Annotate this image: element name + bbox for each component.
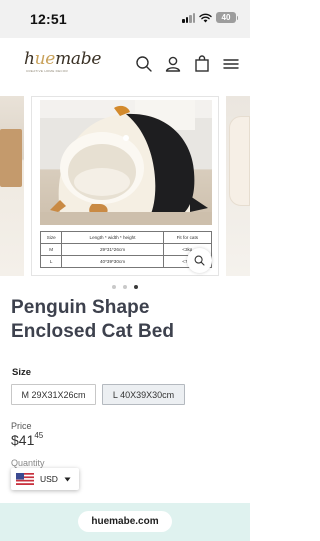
carousel-dot[interactable] bbox=[123, 285, 127, 289]
cushion-detail bbox=[229, 116, 250, 206]
us-flag-icon bbox=[16, 473, 34, 485]
battery-level: 40 bbox=[221, 13, 231, 22]
price-label: Price bbox=[11, 421, 32, 431]
size-chart-row: L 40*39*30cm <7kg bbox=[39, 255, 213, 268]
quantity-label: Quantity bbox=[11, 458, 45, 468]
status-bar: 12:51 40 bbox=[0, 0, 250, 38]
zoom-icon bbox=[194, 255, 205, 266]
currency-selector[interactable]: USD bbox=[11, 468, 79, 490]
penguin-bed-illustration bbox=[40, 100, 212, 225]
logo-wordmark: huemabe bbox=[24, 49, 101, 69]
logo-tagline: CREATIVE HOME DECOR bbox=[26, 69, 68, 73]
size-option-m[interactable]: M 29X31X26cm bbox=[11, 384, 96, 405]
browser-address-bar: huemabe.com bbox=[0, 503, 250, 541]
signal-icon bbox=[182, 12, 195, 23]
battery-icon: 40 bbox=[216, 12, 238, 23]
size-chart-header: Size bbox=[39, 231, 63, 244]
price-main: $41 bbox=[11, 432, 35, 448]
site-logo[interactable]: huemabe CREATIVE HOME DECOR bbox=[24, 49, 101, 75]
url-field[interactable]: huemabe.com bbox=[78, 511, 172, 532]
menu-icon[interactable] bbox=[222, 55, 240, 73]
search-icon[interactable] bbox=[135, 55, 153, 73]
size-option-l[interactable]: L 40X39X30cm bbox=[102, 384, 185, 405]
logo-text-part: mabe bbox=[55, 49, 102, 69]
wifi-icon bbox=[199, 13, 212, 22]
size-chart-cell: L bbox=[39, 255, 63, 268]
size-chart-header: Fit for cats bbox=[162, 231, 213, 244]
cart-icon[interactable] bbox=[193, 55, 211, 73]
price-cents: 45 bbox=[34, 431, 44, 440]
carousel-dots bbox=[0, 285, 250, 289]
wood-furniture-detail bbox=[0, 129, 22, 187]
site-header: huemabe CREATIVE HOME DECOR bbox=[0, 38, 250, 90]
logo-text-part: h bbox=[24, 49, 35, 69]
product-photo bbox=[40, 100, 212, 225]
size-chart-cell: 29*31*26cm bbox=[61, 243, 164, 256]
size-chart-cell: M bbox=[39, 243, 63, 256]
size-label: Size bbox=[12, 367, 32, 378]
size-chart-header-row: Size Length * width * height Fit for cat… bbox=[39, 231, 213, 244]
logo-text-accent: ue bbox=[34, 49, 56, 69]
status-time: 12:51 bbox=[30, 11, 67, 27]
gallery-main-image[interactable]: Size Length * width * height Fit for cat… bbox=[31, 96, 219, 276]
product-gallery[interactable]: Size Length * width * height Fit for cat… bbox=[0, 92, 250, 278]
gallery-next-image[interactable] bbox=[226, 96, 250, 276]
carousel-dot-active[interactable] bbox=[134, 285, 138, 289]
caret-down-icon bbox=[64, 477, 71, 481]
carousel-dot[interactable] bbox=[112, 285, 116, 289]
size-chart-header: Length * width * height bbox=[61, 231, 164, 244]
price-value: $4145 bbox=[11, 431, 44, 448]
gallery-previous-image[interactable] bbox=[0, 96, 24, 276]
size-chart-row: M 29*31*26cm <3kg bbox=[39, 243, 213, 256]
account-icon[interactable] bbox=[164, 55, 182, 73]
size-chart-cell: 40*39*30cm bbox=[61, 255, 164, 268]
zoom-button[interactable] bbox=[187, 248, 212, 273]
currency-code: USD bbox=[40, 474, 58, 484]
status-icons: 40 bbox=[182, 12, 238, 23]
product-title: Penguin Shape Enclosed Cat Bed bbox=[11, 297, 175, 342]
